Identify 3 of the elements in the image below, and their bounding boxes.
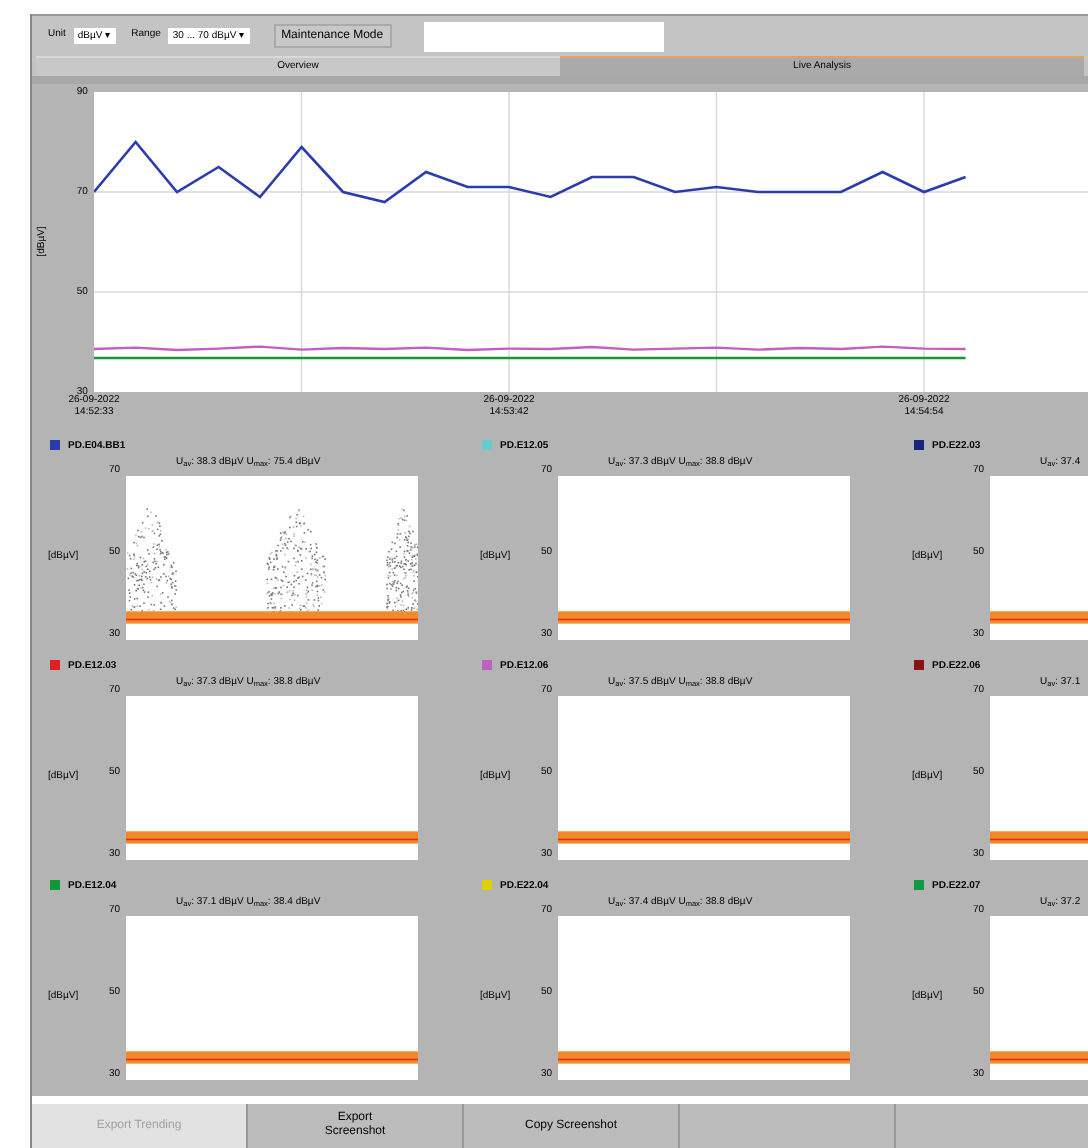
input-field[interactable] [423, 21, 664, 51]
action-button[interactable] [680, 1104, 896, 1148]
action-button[interactable] [896, 1104, 1088, 1148]
